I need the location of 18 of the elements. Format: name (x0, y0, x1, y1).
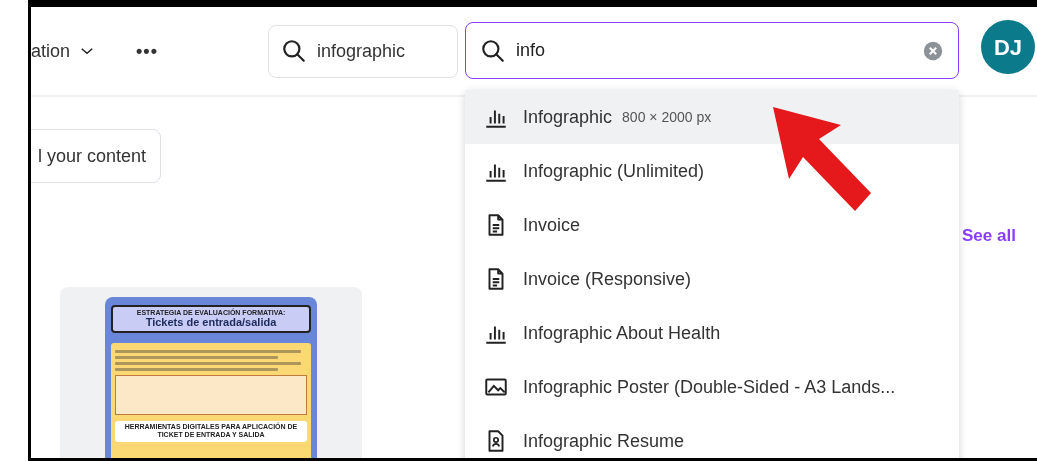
clear-button[interactable] (922, 39, 944, 62)
search-icon (480, 37, 506, 64)
avatar[interactable]: DJ (981, 20, 1035, 74)
suggestion-item[interactable]: Invoice (Responsive) (465, 252, 959, 306)
search-field[interactable]: infographic (267, 24, 458, 78)
suggestion-item[interactable]: Infographic 800 × 2000 px (465, 90, 959, 144)
size-label: 800 × 2000 px (622, 107, 712, 127)
suggestion-item[interactable]: Invoice (465, 198, 959, 252)
clear-icon (922, 39, 944, 62)
suggestion-item[interactable]: Infographic Poster (Double-Sided - A3 Lands... (465, 360, 959, 414)
suggestion-item[interactable]: Infographic (Unlimited) (465, 144, 959, 198)
search-field[interactable]: info (465, 22, 959, 79)
thumbnail-title: Tickets de entrada/salida (144, 316, 278, 329)
action-button[interactable]: l your content (31, 129, 162, 183)
search-icon (280, 38, 307, 64)
suggestion-item[interactable]: Infographic About Health (465, 306, 959, 360)
see-all-link[interactable]: See all (962, 223, 1016, 249)
suggestion-item[interactable]: Infographic Resume (465, 414, 959, 458)
